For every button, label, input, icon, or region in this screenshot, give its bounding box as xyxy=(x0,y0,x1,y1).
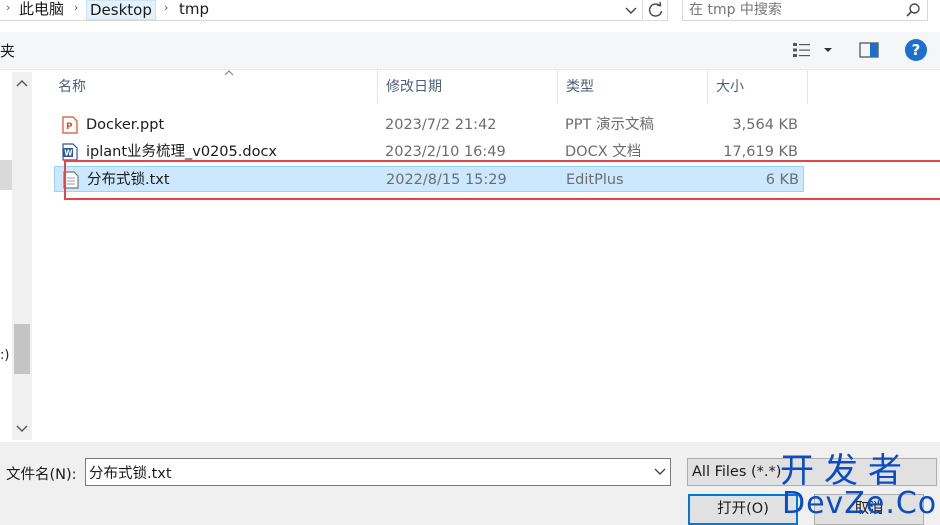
scrollbar-thumb[interactable] xyxy=(14,324,30,374)
chevron-right-icon[interactable]: › xyxy=(74,1,78,14)
file-type: PPT 演示文稿 xyxy=(565,117,654,133)
address-bar: › 此电脑 › Desktop › tmp xyxy=(0,0,940,22)
file-size: 3,564 KB xyxy=(732,117,798,133)
breadcrumb-this-pc[interactable]: 此电脑 xyxy=(16,0,67,20)
word-file-icon: W xyxy=(62,143,78,161)
column-header-name[interactable]: 名称 xyxy=(50,70,378,104)
cancel-button[interactable]: 取消 xyxy=(814,494,924,525)
scroll-down-icon[interactable] xyxy=(16,424,28,434)
open-button[interactable]: 打开(O) xyxy=(688,494,798,525)
column-header-date[interactable]: 修改日期 xyxy=(378,70,558,104)
nav-scrollbar[interactable] xyxy=(12,72,32,440)
breadcrumb-tmp[interactable]: tmp xyxy=(176,0,212,20)
help-icon[interactable]: ? xyxy=(905,39,927,61)
filename-label: 文件名(N): xyxy=(6,467,77,483)
ppt-file-icon: P xyxy=(62,116,78,134)
sort-up-icon xyxy=(224,70,234,76)
search-icon[interactable] xyxy=(905,2,921,18)
breadcrumb[interactable]: › 此电脑 › Desktop › tmp xyxy=(0,0,643,21)
nav-item-label[interactable]: :) xyxy=(0,348,9,363)
file-row[interactable]: P Docker.ppt 2023/7/2 21:42 PPT 演示文稿 3,5… xyxy=(54,112,804,138)
svg-text:W: W xyxy=(64,149,73,158)
breadcrumb-desktop[interactable]: Desktop xyxy=(86,0,156,20)
chevron-down-icon[interactable] xyxy=(622,1,640,19)
view-details-icon[interactable] xyxy=(792,42,812,58)
new-folder-button[interactable]: 夹 xyxy=(0,40,15,61)
search-box[interactable] xyxy=(682,0,928,21)
caret-down-icon[interactable] xyxy=(822,44,834,56)
chevron-down-icon[interactable] xyxy=(654,467,666,477)
filename-combobox[interactable] xyxy=(85,458,671,486)
column-header-type[interactable]: 类型 xyxy=(558,70,708,104)
refresh-icon xyxy=(648,1,663,17)
scroll-up-icon[interactable] xyxy=(16,78,28,88)
preview-pane-icon[interactable] xyxy=(859,41,879,59)
column-header-size[interactable]: 大小 xyxy=(708,70,808,104)
filename-input[interactable] xyxy=(89,461,644,483)
refresh-button[interactable] xyxy=(644,0,668,21)
file-date: 2023/7/2 21:42 xyxy=(385,117,497,133)
file-list: 名称 修改日期 类型 大小 P Docker.ppt 2023/7/2 21:4… xyxy=(34,70,940,442)
svg-text:P: P xyxy=(66,122,73,132)
file-type-filter[interactable]: All Files (*.*) xyxy=(687,458,937,486)
annotation-highlight-box xyxy=(64,160,940,200)
file-name: Docker.ppt xyxy=(86,117,165,133)
dialog-footer: 文件名(N): All Files (*.*) 打开(O) 取消 xyxy=(0,442,940,525)
nav-item-selected[interactable] xyxy=(0,160,12,190)
command-bar: 夹 ? xyxy=(0,32,940,70)
chevron-right-icon[interactable]: › xyxy=(164,1,168,14)
search-input[interactable] xyxy=(689,0,899,20)
chevron-right-icon[interactable]: › xyxy=(6,1,10,14)
